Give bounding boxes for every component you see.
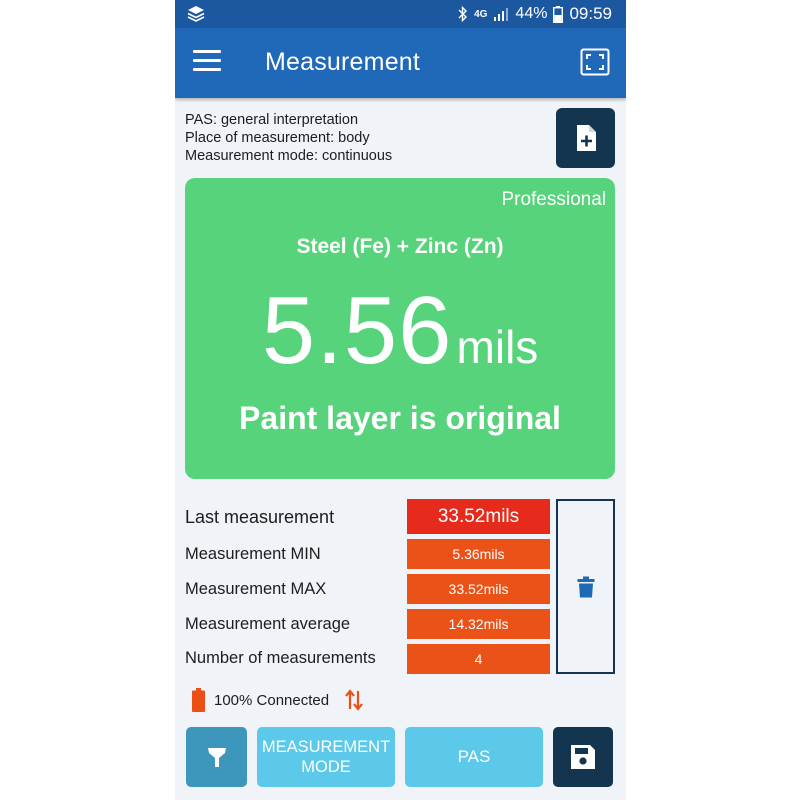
flashlight-button[interactable]	[186, 727, 247, 787]
min-value: 5.36mils	[407, 539, 550, 569]
save-icon	[571, 745, 595, 769]
device-battery-icon	[192, 688, 205, 712]
page-title: Measurement	[265, 48, 421, 76]
phone-screen: 4G 44% 09:59 Measurement PAS: general in…	[175, 0, 626, 800]
place-info: Place of measurement: body	[185, 130, 370, 146]
flashlight-icon	[207, 748, 226, 767]
count-value: 4	[407, 644, 550, 674]
reading-unit: mils	[456, 321, 539, 373]
connection-status: 100% Connected	[192, 687, 364, 713]
trash-icon	[577, 576, 594, 597]
reading-value: 5.56	[261, 277, 453, 384]
app-bar: Measurement	[175, 28, 626, 98]
max-value: 33.52mils	[407, 574, 550, 604]
average-label: Measurement average	[185, 615, 351, 633]
status-bar: 4G 44% 09:59	[175, 0, 626, 28]
pas-button[interactable]: PAS	[405, 727, 543, 787]
min-label: Measurement MIN	[185, 545, 321, 563]
max-label: Measurement MAX	[185, 580, 327, 598]
mode-info: Measurement mode: continuous	[185, 148, 393, 164]
file-add-icon	[576, 125, 596, 151]
result-panel: Professional Steel (Fe) + Zinc (Zn) 5.56…	[185, 178, 615, 479]
measurement-mode-button[interactable]: MEASUREMENT MODE	[257, 727, 395, 787]
pas-info: PAS: general interpretation	[185, 112, 359, 128]
fullscreen-icon[interactable]	[580, 48, 610, 76]
save-button[interactable]	[553, 727, 613, 787]
clock: 09:59	[569, 4, 612, 23]
last-measurement-value: 33.52mils	[407, 499, 550, 534]
reading: 5.56mils	[185, 276, 615, 386]
network-type: 4G	[474, 8, 488, 20]
count-label: Number of measurements	[185, 649, 376, 667]
menu-icon[interactable]	[193, 50, 221, 76]
data-transfer-icon	[345, 689, 363, 711]
average-value: 14.32mils	[407, 609, 550, 639]
layers-icon	[187, 6, 205, 22]
material-label: Steel (Fe) + Zinc (Zn)	[296, 235, 504, 258]
connection-text: 100% Connected	[214, 691, 330, 709]
delete-button[interactable]	[556, 499, 615, 674]
last-measurement-label: Last measurement	[185, 507, 335, 527]
battery-percent: 44%	[515, 5, 548, 22]
verdict-label: Paint layer is original	[239, 400, 561, 436]
tier-label: Professional	[501, 189, 606, 210]
new-report-button[interactable]	[556, 108, 615, 168]
battery-icon	[553, 5, 564, 23]
bluetooth-icon	[458, 6, 468, 22]
signal-icon	[494, 8, 509, 21]
measurement-info: PAS: general interpretation Place of mea…	[185, 111, 392, 165]
